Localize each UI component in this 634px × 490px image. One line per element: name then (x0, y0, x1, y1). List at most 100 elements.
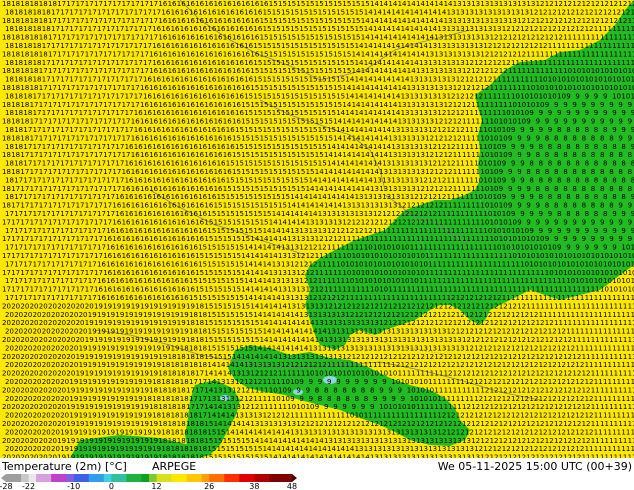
grid-value: 13 (309, 428, 318, 436)
grid-value: 14 (345, 143, 354, 151)
grid-value: 16 (143, 244, 152, 252)
grid-value: 10 (628, 84, 634, 92)
grid-value: 17 (42, 76, 51, 84)
grid-value: 18 (158, 370, 167, 378)
grid-value: 14 (428, 8, 437, 16)
grid-value: 16 (223, 50, 232, 58)
grid-value: 12 (483, 76, 492, 84)
grid-value: 10 (398, 403, 407, 411)
grid-value: 12 (548, 344, 557, 352)
grid-value: 14 (410, 25, 419, 33)
grid-value: 19 (94, 420, 103, 428)
grid-value: 13 (419, 109, 428, 117)
grid-value: 14 (278, 235, 287, 243)
grid-value: 11 (566, 294, 575, 302)
grid-value: 13 (407, 151, 416, 159)
grid-value: 16 (168, 235, 177, 243)
grid-value: 16 (223, 67, 232, 75)
grid-value: 15 (272, 109, 281, 117)
grid-value: 15 (299, 25, 308, 33)
grid-value: 12 (444, 370, 453, 378)
grid-value: 17 (94, 218, 103, 226)
grid-value: 19 (103, 353, 112, 361)
grid-value: 20 (20, 336, 29, 344)
grid-value: 17 (51, 92, 60, 100)
grid-value: 18 (195, 302, 204, 310)
grid-value: 16 (152, 176, 161, 184)
grid-value: 16 (161, 8, 170, 16)
grid-value: 20 (5, 428, 14, 436)
grid-value: 8 (327, 395, 331, 403)
grid-value: 9 (572, 218, 576, 226)
grid-value: 16 (161, 109, 170, 117)
grid-value: 12 (447, 361, 456, 369)
grid-value: 19 (168, 336, 177, 344)
grid-value: 12 (539, 344, 548, 352)
grid-value: 18 (195, 353, 204, 361)
grid-value: 10 (493, 193, 502, 201)
grid-value: 17 (39, 202, 48, 210)
grid-value: 15 (309, 126, 318, 134)
temperature-map-canvas: 18 18 18 18 18 18 17 17 17 17 17 17 17 17 17 17 17 16 16 16… (0, 0, 634, 490)
grid-value: 20 (14, 311, 23, 319)
grid-value: 17 (33, 92, 42, 100)
grid-value: 12 (471, 67, 480, 75)
grid-value: 12 (483, 59, 492, 67)
grid-value: 10 (520, 260, 529, 268)
grid-value: 11 (462, 202, 471, 210)
grid-value: 10 (582, 252, 591, 260)
grid-value: 16 (149, 185, 158, 193)
grid-value: 12 (434, 118, 443, 126)
grid-value: 12 (557, 25, 566, 33)
grid-value: 17 (103, 202, 112, 210)
grid-value: 9 (364, 378, 368, 386)
grid-value: 17 (66, 67, 75, 75)
grid-value: 12 (434, 134, 443, 142)
grid-value: 15 (207, 260, 216, 268)
grid-value: 11 (612, 294, 621, 302)
grid-value: 17 (57, 218, 66, 226)
grid-value: 16 (214, 151, 223, 159)
grid-value: 12 (539, 428, 548, 436)
grid-value: 12 (425, 302, 434, 310)
model-label: ARPEGE (152, 460, 196, 473)
grid-value: 12 (483, 344, 492, 352)
grid-value: 14 (263, 328, 272, 336)
grid-value: 10 (502, 126, 511, 134)
grid-value: 12 (462, 420, 471, 428)
grid-value: 11 (600, 336, 609, 344)
grid-value: 16 (223, 134, 232, 142)
grid-value: 13 (425, 336, 434, 344)
grid-value: 11 (618, 336, 627, 344)
grid-value: 11 (502, 294, 511, 302)
grid-value: 20 (33, 344, 42, 352)
grid-value: 14 (373, 160, 382, 168)
grid-value: 13 (318, 344, 327, 352)
grid-value: 16 (198, 76, 207, 84)
grid-value: 13 (410, 328, 419, 336)
grid-value: 19 (177, 319, 186, 327)
grid-value: 18 (33, 76, 42, 84)
grid-value: 16 (235, 25, 244, 33)
grid-value: 15 (327, 92, 336, 100)
grid-value: 15 (306, 84, 315, 92)
grid-value: 9 (566, 227, 570, 235)
grid-value: 20 (23, 311, 32, 319)
grid-value: 17 (88, 25, 97, 33)
grid-value: 19 (131, 302, 140, 310)
grid-value: 10 (631, 244, 634, 252)
grid-value: 16 (186, 50, 195, 58)
grid-value: 9 (520, 193, 524, 201)
grid-value: 16 (180, 227, 189, 235)
grid-value: 12 (483, 445, 492, 453)
grid-value: 19 (115, 395, 124, 403)
grid-value: 13 (278, 353, 287, 361)
grid-value: 12 (529, 361, 538, 369)
grid-value: 15 (278, 118, 287, 126)
grid-value: 16 (207, 126, 216, 134)
grid-value: 13 (428, 328, 437, 336)
grid-value: 12 (444, 134, 453, 142)
grid-value: 17 (51, 109, 60, 117)
grid-value: 10 (483, 143, 492, 151)
grid-value: 12 (425, 353, 434, 361)
